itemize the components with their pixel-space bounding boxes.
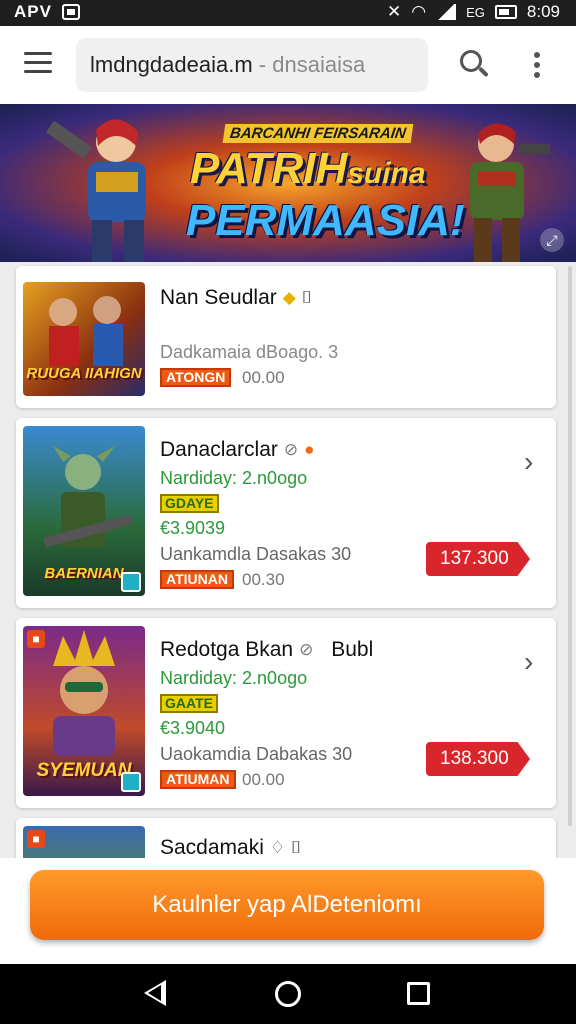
item-release: Nardiday: 2.n0ogo	[160, 468, 308, 488]
verified-icon: ⊘	[283, 440, 299, 459]
list-item[interactable]: SYEMUAN ■ Redotga Bkan ⊘ Bubl Nardiday: 2…	[16, 618, 556, 808]
item-tag: ATIUMAN	[160, 770, 236, 789]
battery-icon	[494, 5, 517, 19]
recents-icon[interactable]	[407, 982, 430, 1005]
banner-title-main: PATRIH	[190, 144, 348, 193]
item-name: Danaclarclar	[160, 438, 278, 461]
image-icon	[61, 4, 80, 20]
hero-left-image	[45, 119, 146, 262]
item-subtitle: Dadkamaia dBoago. 3	[160, 342, 339, 362]
app-logo-icon: ■	[27, 630, 45, 648]
home-icon[interactable]	[275, 981, 301, 1007]
thumbnail-label: RUUGA IIAHIGN	[26, 365, 142, 382]
chevron-right-icon[interactable]: ›	[524, 446, 533, 478]
item-title: Nan Seudlar ◆ ⌷	[160, 286, 312, 310]
banner-title-suffix: suina	[347, 157, 426, 190]
signal-icon	[436, 4, 457, 20]
mute-icon: ✕	[387, 2, 402, 21]
status-left: APV	[14, 2, 80, 22]
chevron-right-icon[interactable]: ›	[524, 646, 533, 678]
item-subtitle: Uankamdla Dasakas 30	[160, 544, 352, 564]
verified-icon: ⊘	[299, 640, 314, 659]
price-tag[interactable]: 138.300	[426, 742, 530, 776]
item-release: Nardiday: 2.n0ogo	[160, 668, 308, 688]
cta-area: Kaulnler yap AlDeteniomı	[0, 858, 576, 964]
wifi-icon: ◠	[411, 2, 427, 21]
item-badge: GDAYE	[160, 494, 219, 513]
primary-cta-button[interactable]: Kaulnler yap AlDeteniomı	[30, 870, 544, 940]
item-value: 00.30	[242, 570, 285, 589]
more-icon[interactable]	[534, 52, 542, 78]
game-thumbnail: SYEMUAN ■	[23, 626, 145, 796]
shield-outline-icon: ⌷	[301, 288, 313, 307]
app-badge-icon	[121, 572, 141, 592]
item-name: Sacdamaki	[160, 836, 264, 858]
scrollbar[interactable]	[568, 266, 572, 826]
diamond-icon: ◆	[282, 288, 296, 307]
item-badge: GAATE	[160, 694, 218, 713]
url-field[interactable]: lmdngdadeaia.m - dnsaiaisa	[76, 38, 428, 92]
item-green-price: €3.9040	[160, 718, 226, 738]
item-title: Danaclarclar ⊘ ●	[160, 438, 314, 462]
list-item[interactable]: BAERNIAN Danaclarclar ⊘ ● Nardiday: 2.n0og…	[16, 418, 556, 608]
banner-subtitle: BARCANHI FEIRSARAIN	[222, 124, 414, 143]
app-logo-icon: ■	[27, 830, 45, 848]
item-name-extra: Bubl	[331, 638, 374, 661]
banner-title-line1: PATRIHsuina	[190, 144, 426, 194]
promo-banner[interactable]: BARCANHI FEIRSARAIN PATRIHsuina PERMAASI…	[0, 104, 576, 262]
item-tag: ATONGN	[160, 368, 232, 387]
pin-outline-icon: ♢	[269, 838, 286, 857]
item-title: Sacdamaki ♢ ⌷	[160, 836, 301, 858]
price-tag[interactable]: 137.300	[426, 542, 530, 576]
item-name: Redotga Bkan	[160, 638, 294, 661]
game-thumbnail: RUUGA IIAHIGN	[23, 282, 145, 396]
menu-icon[interactable]	[24, 52, 52, 74]
shield-outline-icon: ⌷	[291, 838, 302, 857]
item-name: Nan Seudlar	[160, 286, 277, 309]
game-thumbnail: BAERNIAN	[23, 426, 145, 596]
item-title: Redotga Bkan ⊘ Bubl	[160, 638, 373, 662]
pin-icon: ●	[304, 440, 315, 459]
url-main: lmdngdadeaia.m	[90, 52, 253, 77]
status-bar: APV ✕ ◠ EG 8:09	[0, 0, 576, 26]
status-right: ✕ ◠ EG 8:09	[387, 2, 560, 22]
network-label: EG	[466, 4, 485, 20]
browser-toolbar: lmdngdadeaia.m - dnsaiaisa	[0, 26, 576, 104]
item-green-price: €3.9039	[160, 518, 226, 538]
list-item[interactable]: ■ Sacdamaki ♢ ⌷	[16, 818, 556, 858]
item-value: 00.00	[242, 368, 285, 387]
search-icon[interactable]	[460, 50, 490, 80]
list-item[interactable]: RUUGA IIAHIGN Nan Seudlar ◆ ⌷ Dadkamaia dB…	[16, 266, 556, 408]
fullscreen-icon[interactable]: ⤢	[540, 228, 564, 252]
game-thumbnail: ■	[23, 826, 145, 858]
item-tag: ATIUNAN	[160, 570, 234, 589]
status-time: 8:09	[526, 2, 560, 21]
app-badge-icon	[121, 772, 141, 792]
product-list[interactable]: RUUGA IIAHIGN Nan Seudlar ◆ ⌷ Dadkamaia dB…	[0, 262, 576, 858]
item-value: 00.00	[242, 770, 285, 789]
item-subtitle: Uaokamdia Dabakas 30	[160, 744, 353, 764]
url-muted: - dnsaiaisa	[258, 52, 366, 77]
banner-title-line2: PERMAASIA!	[186, 196, 465, 245]
system-nav-bar	[0, 964, 576, 1024]
status-carrier: APV	[14, 2, 52, 21]
back-icon[interactable]	[144, 980, 166, 1006]
